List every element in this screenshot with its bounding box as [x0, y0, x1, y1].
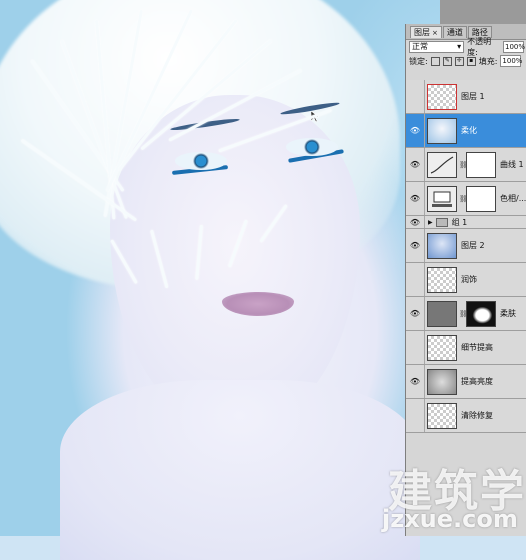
blend-mode-select[interactable]: 正常 ▾	[409, 41, 465, 53]
layer-name: 柔化	[461, 126, 477, 135]
lock-row: 锁定: ✎ ✛ ▪ 填充: 100%	[406, 54, 526, 68]
layer-mask	[466, 151, 496, 178]
layer-row[interactable]: 👁 ⛓ 曲线 1	[406, 148, 526, 182]
layer-name: 组 1	[451, 217, 468, 227]
layer-thumbnail	[427, 300, 457, 327]
layer-name: 清除修复	[461, 411, 493, 420]
eye-icon[interactable]: 👁	[406, 182, 425, 215]
watermark-url: jzxue.com	[382, 505, 518, 533]
layer-row[interactable]: 👁 提高亮度	[406, 365, 526, 399]
link-icon: ⛓	[459, 160, 468, 169]
layer-row[interactable]: 润饰	[406, 263, 526, 297]
fill-input[interactable]: 100%	[500, 55, 522, 67]
layer-name: 图层 1	[461, 92, 485, 101]
lock-pixels-icon[interactable]: ✎	[442, 56, 452, 66]
eye-icon[interactable]: 👁	[406, 148, 425, 181]
left-eye	[175, 152, 227, 170]
hue-saturation-icon	[427, 185, 457, 212]
layer-thumbnail	[427, 334, 457, 361]
curves-adjustment-icon	[427, 151, 457, 178]
lock-options: ✎ ✛ ▪	[430, 56, 476, 66]
right-eye	[286, 138, 338, 156]
opacity-input[interactable]: 100%	[503, 41, 525, 53]
layer-list: 图层 1 👁 柔化 👁 ⛓ 曲线 1 👁 ⛓ 色相/... 👁 ▶ 组 1 👁 …	[406, 80, 526, 433]
layer-row-selected[interactable]: 👁 柔化	[406, 114, 526, 148]
layer-row[interactable]: 👁 图层 2	[406, 229, 526, 263]
eye-icon[interactable]: 👁	[406, 216, 425, 228]
layer-row[interactable]: 👁 ⛓ 柔肤	[406, 297, 526, 331]
eye-icon[interactable]: 👁	[406, 365, 425, 398]
eye-icon[interactable]: 👁	[406, 229, 425, 262]
visibility-toggle[interactable]	[406, 263, 425, 296]
eye-icon[interactable]: 👁	[406, 114, 425, 147]
folder-icon	[435, 217, 448, 227]
layer-thumbnail	[427, 368, 457, 395]
layer-row[interactable]: 图层 1	[406, 80, 526, 114]
layer-name: 柔肤	[500, 309, 516, 318]
lock-position-icon[interactable]: ✛	[454, 56, 464, 66]
layer-name: 提高亮度	[461, 377, 493, 386]
link-icon: ⛓	[459, 194, 468, 203]
eye-icon[interactable]: 👁	[406, 297, 425, 330]
layer-group-row[interactable]: 👁 ▶ 组 1	[406, 216, 526, 229]
visibility-toggle[interactable]	[406, 80, 425, 113]
layer-row[interactable]: 👁 ⛓ 色相/...	[406, 182, 526, 216]
chevron-down-icon: ▾	[457, 42, 462, 51]
layer-mask	[466, 300, 496, 327]
expand-arrow-icon[interactable]: ▶	[428, 219, 433, 226]
visibility-toggle[interactable]	[406, 399, 425, 432]
layer-row[interactable]: 清除修复	[406, 399, 526, 433]
layer-thumbnail	[427, 117, 457, 144]
lock-transparent-icon[interactable]	[430, 56, 440, 66]
layer-row[interactable]: 细节提高	[406, 331, 526, 365]
lock-label: 锁定:	[409, 56, 428, 66]
link-icon: ⛓	[459, 309, 468, 318]
layer-thumbnail	[427, 402, 457, 429]
layer-thumbnail	[427, 83, 457, 110]
layer-name: 曲线 1	[500, 160, 524, 169]
layer-name: 图层 2	[461, 241, 485, 250]
lock-all-icon[interactable]: ▪	[466, 56, 476, 66]
neck-shoulder	[60, 380, 420, 560]
tab-channels[interactable]: 通道	[442, 26, 467, 38]
layer-mask	[466, 185, 496, 212]
tab-layers[interactable]: 图层 ×	[410, 26, 442, 38]
layer-thumbnail	[427, 266, 457, 293]
panel-header-strip	[440, 0, 526, 24]
layer-name: 细节提高	[461, 343, 493, 352]
blend-row: 正常 ▾ 不透明度: 100%	[406, 37, 526, 57]
visibility-toggle[interactable]	[406, 331, 425, 364]
layer-name: 润饰	[461, 275, 477, 284]
fill-label: 填充:	[478, 56, 498, 66]
panel-tabs: 图层 × 通道 路径	[406, 24, 526, 40]
close-icon[interactable]: ×	[432, 29, 438, 37]
layer-thumbnail	[427, 232, 457, 259]
layer-name: 色相/...	[500, 194, 526, 203]
